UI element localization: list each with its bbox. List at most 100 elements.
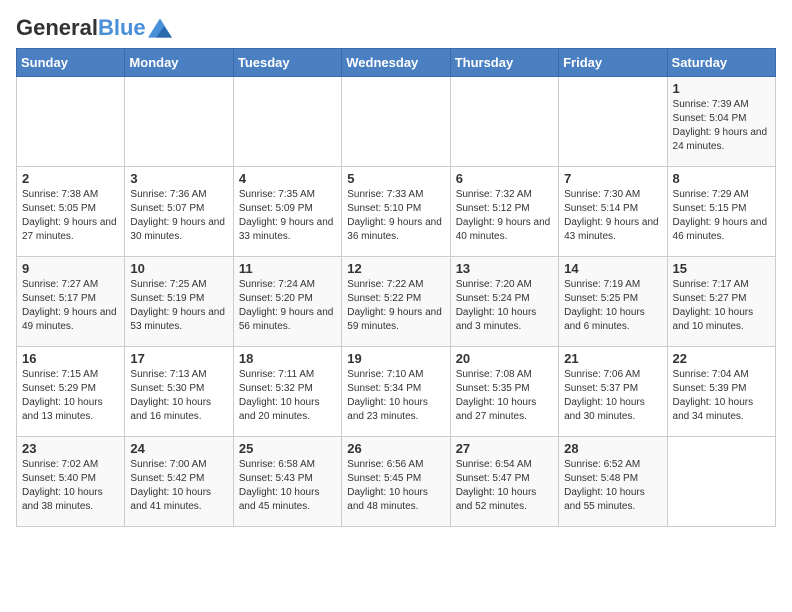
day-info: Sunrise: 6:52 AM Sunset: 5:48 PM Dayligh… bbox=[564, 458, 661, 514]
day-number: 1 bbox=[673, 81, 770, 96]
day-info: Sunrise: 7:24 AM Sunset: 5:20 PM Dayligh… bbox=[239, 278, 336, 334]
day-number: 17 bbox=[130, 351, 227, 366]
day-info: Sunrise: 7:25 AM Sunset: 5:19 PM Dayligh… bbox=[130, 278, 227, 334]
calendar-cell: 1 Sunrise: 7:39 AM Sunset: 5:04 PM Daylig… bbox=[667, 77, 775, 167]
day-info: Sunrise: 7:35 AM Sunset: 5:09 PM Dayligh… bbox=[239, 188, 336, 244]
calendar-week-row: 1 Sunrise: 7:39 AM Sunset: 5:04 PM Daylig… bbox=[17, 77, 776, 167]
day-number: 11 bbox=[239, 261, 336, 276]
calendar-cell: 3 Sunrise: 7:36 AM Sunset: 5:07 PM Daylig… bbox=[125, 167, 233, 257]
day-number: 28 bbox=[564, 441, 661, 456]
day-info: Sunrise: 7:29 AM Sunset: 5:15 PM Dayligh… bbox=[673, 188, 770, 244]
calendar-cell: 10 Sunrise: 7:25 AM Sunset: 5:19 PM Dayli… bbox=[125, 257, 233, 347]
day-info: Sunrise: 7:19 AM Sunset: 5:25 PM Dayligh… bbox=[564, 278, 661, 334]
day-number: 4 bbox=[239, 171, 336, 186]
calendar-cell: 16 Sunrise: 7:15 AM Sunset: 5:29 PM Dayli… bbox=[17, 347, 125, 437]
day-number: 25 bbox=[239, 441, 336, 456]
calendar-cell: 14 Sunrise: 7:19 AM Sunset: 5:25 PM Dayli… bbox=[559, 257, 667, 347]
weekday-header-monday: Monday bbox=[125, 49, 233, 77]
calendar-cell: 4 Sunrise: 7:35 AM Sunset: 5:09 PM Daylig… bbox=[233, 167, 341, 257]
calendar-cell: 12 Sunrise: 7:22 AM Sunset: 5:22 PM Dayli… bbox=[342, 257, 450, 347]
calendar-cell bbox=[125, 77, 233, 167]
logo-text: GeneralBlue bbox=[16, 16, 146, 40]
day-number: 3 bbox=[130, 171, 227, 186]
day-number: 14 bbox=[564, 261, 661, 276]
calendar-cell: 9 Sunrise: 7:27 AM Sunset: 5:17 PM Daylig… bbox=[17, 257, 125, 347]
calendar-week-row: 16 Sunrise: 7:15 AM Sunset: 5:29 PM Dayli… bbox=[17, 347, 776, 437]
calendar-cell bbox=[559, 77, 667, 167]
weekday-header-thursday: Thursday bbox=[450, 49, 558, 77]
day-info: Sunrise: 7:00 AM Sunset: 5:42 PM Dayligh… bbox=[130, 458, 227, 514]
day-number: 22 bbox=[673, 351, 770, 366]
day-number: 9 bbox=[22, 261, 119, 276]
weekday-header-row: SundayMondayTuesdayWednesdayThursdayFrid… bbox=[17, 49, 776, 77]
day-number: 7 bbox=[564, 171, 661, 186]
day-number: 24 bbox=[130, 441, 227, 456]
day-info: Sunrise: 6:58 AM Sunset: 5:43 PM Dayligh… bbox=[239, 458, 336, 514]
calendar-cell: 8 Sunrise: 7:29 AM Sunset: 5:15 PM Daylig… bbox=[667, 167, 775, 257]
day-info: Sunrise: 6:56 AM Sunset: 5:45 PM Dayligh… bbox=[347, 458, 444, 514]
day-info: Sunrise: 7:06 AM Sunset: 5:37 PM Dayligh… bbox=[564, 368, 661, 424]
day-number: 8 bbox=[673, 171, 770, 186]
calendar-cell bbox=[17, 77, 125, 167]
day-number: 15 bbox=[673, 261, 770, 276]
weekday-header-friday: Friday bbox=[559, 49, 667, 77]
calendar-cell: 15 Sunrise: 7:17 AM Sunset: 5:27 PM Dayli… bbox=[667, 257, 775, 347]
day-info: Sunrise: 7:22 AM Sunset: 5:22 PM Dayligh… bbox=[347, 278, 444, 334]
calendar-cell: 21 Sunrise: 7:06 AM Sunset: 5:37 PM Dayli… bbox=[559, 347, 667, 437]
calendar-week-row: 2Sunrise: 7:38 AM Sunset: 5:05 PM Daylig… bbox=[17, 167, 776, 257]
day-info: Sunrise: 7:08 AM Sunset: 5:35 PM Dayligh… bbox=[456, 368, 553, 424]
calendar-cell: 24 Sunrise: 7:00 AM Sunset: 5:42 PM Dayli… bbox=[125, 437, 233, 527]
calendar-cell: 18 Sunrise: 7:11 AM Sunset: 5:32 PM Dayli… bbox=[233, 347, 341, 437]
day-info: Sunrise: 7:02 AM Sunset: 5:40 PM Dayligh… bbox=[22, 458, 119, 514]
day-info: Sunrise: 7:11 AM Sunset: 5:32 PM Dayligh… bbox=[239, 368, 336, 424]
calendar-cell: 7Sunrise: 7:30 AM Sunset: 5:14 PM Daylig… bbox=[559, 167, 667, 257]
calendar-cell: 23 Sunrise: 7:02 AM Sunset: 5:40 PM Dayli… bbox=[17, 437, 125, 527]
day-info: Sunrise: 7:20 AM Sunset: 5:24 PM Dayligh… bbox=[456, 278, 553, 334]
calendar-cell: 11 Sunrise: 7:24 AM Sunset: 5:20 PM Dayli… bbox=[233, 257, 341, 347]
calendar-cell: 25 Sunrise: 6:58 AM Sunset: 5:43 PM Dayli… bbox=[233, 437, 341, 527]
day-number: 16 bbox=[22, 351, 119, 366]
weekday-header-tuesday: Tuesday bbox=[233, 49, 341, 77]
day-info: Sunrise: 7:17 AM Sunset: 5:27 PM Dayligh… bbox=[673, 278, 770, 334]
day-number: 6 bbox=[456, 171, 553, 186]
day-number: 21 bbox=[564, 351, 661, 366]
logo-icon bbox=[148, 18, 172, 38]
calendar-cell: 17Sunrise: 7:13 AM Sunset: 5:30 PM Dayli… bbox=[125, 347, 233, 437]
logo: GeneralBlue bbox=[16, 16, 172, 40]
day-info: Sunrise: 7:38 AM Sunset: 5:05 PM Dayligh… bbox=[22, 188, 119, 244]
calendar-week-row: 23 Sunrise: 7:02 AM Sunset: 5:40 PM Dayli… bbox=[17, 437, 776, 527]
calendar-cell bbox=[342, 77, 450, 167]
calendar-cell bbox=[667, 437, 775, 527]
day-number: 12 bbox=[347, 261, 444, 276]
day-info: Sunrise: 7:36 AM Sunset: 5:07 PM Dayligh… bbox=[130, 188, 227, 244]
calendar-cell: 13 Sunrise: 7:20 AM Sunset: 5:24 PM Dayli… bbox=[450, 257, 558, 347]
day-info: Sunrise: 7:15 AM Sunset: 5:29 PM Dayligh… bbox=[22, 368, 119, 424]
day-number: 5 bbox=[347, 171, 444, 186]
day-info: Sunrise: 6:54 AM Sunset: 5:47 PM Dayligh… bbox=[456, 458, 553, 514]
day-info: Sunrise: 7:32 AM Sunset: 5:12 PM Dayligh… bbox=[456, 188, 553, 244]
calendar-week-row: 9 Sunrise: 7:27 AM Sunset: 5:17 PM Daylig… bbox=[17, 257, 776, 347]
day-number: 23 bbox=[22, 441, 119, 456]
calendar-cell: 5 Sunrise: 7:33 AM Sunset: 5:10 PM Daylig… bbox=[342, 167, 450, 257]
day-number: 27 bbox=[456, 441, 553, 456]
calendar-table: SundayMondayTuesdayWednesdayThursdayFrid… bbox=[16, 48, 776, 527]
calendar-cell: 6 Sunrise: 7:32 AM Sunset: 5:12 PM Daylig… bbox=[450, 167, 558, 257]
day-info: Sunrise: 7:33 AM Sunset: 5:10 PM Dayligh… bbox=[347, 188, 444, 244]
day-info: Sunrise: 7:27 AM Sunset: 5:17 PM Dayligh… bbox=[22, 278, 119, 334]
calendar-cell bbox=[233, 77, 341, 167]
calendar-cell: 19Sunrise: 7:10 AM Sunset: 5:34 PM Dayli… bbox=[342, 347, 450, 437]
calendar-cell bbox=[450, 77, 558, 167]
calendar-cell: 27 Sunrise: 6:54 AM Sunset: 5:47 PM Dayli… bbox=[450, 437, 558, 527]
calendar-cell: 28 Sunrise: 6:52 AM Sunset: 5:48 PM Dayli… bbox=[559, 437, 667, 527]
day-info: Sunrise: 7:04 AM Sunset: 5:39 PM Dayligh… bbox=[673, 368, 770, 424]
day-number: 20 bbox=[456, 351, 553, 366]
page-header: GeneralBlue bbox=[16, 16, 776, 40]
weekday-header-saturday: Saturday bbox=[667, 49, 775, 77]
day-number: 13 bbox=[456, 261, 553, 276]
day-number: 10 bbox=[130, 261, 227, 276]
weekday-header-wednesday: Wednesday bbox=[342, 49, 450, 77]
day-info: Sunrise: 7:39 AM Sunset: 5:04 PM Dayligh… bbox=[673, 98, 770, 154]
calendar-cell: 22 Sunrise: 7:04 AM Sunset: 5:39 PM Dayli… bbox=[667, 347, 775, 437]
weekday-header-sunday: Sunday bbox=[17, 49, 125, 77]
day-number: 18 bbox=[239, 351, 336, 366]
